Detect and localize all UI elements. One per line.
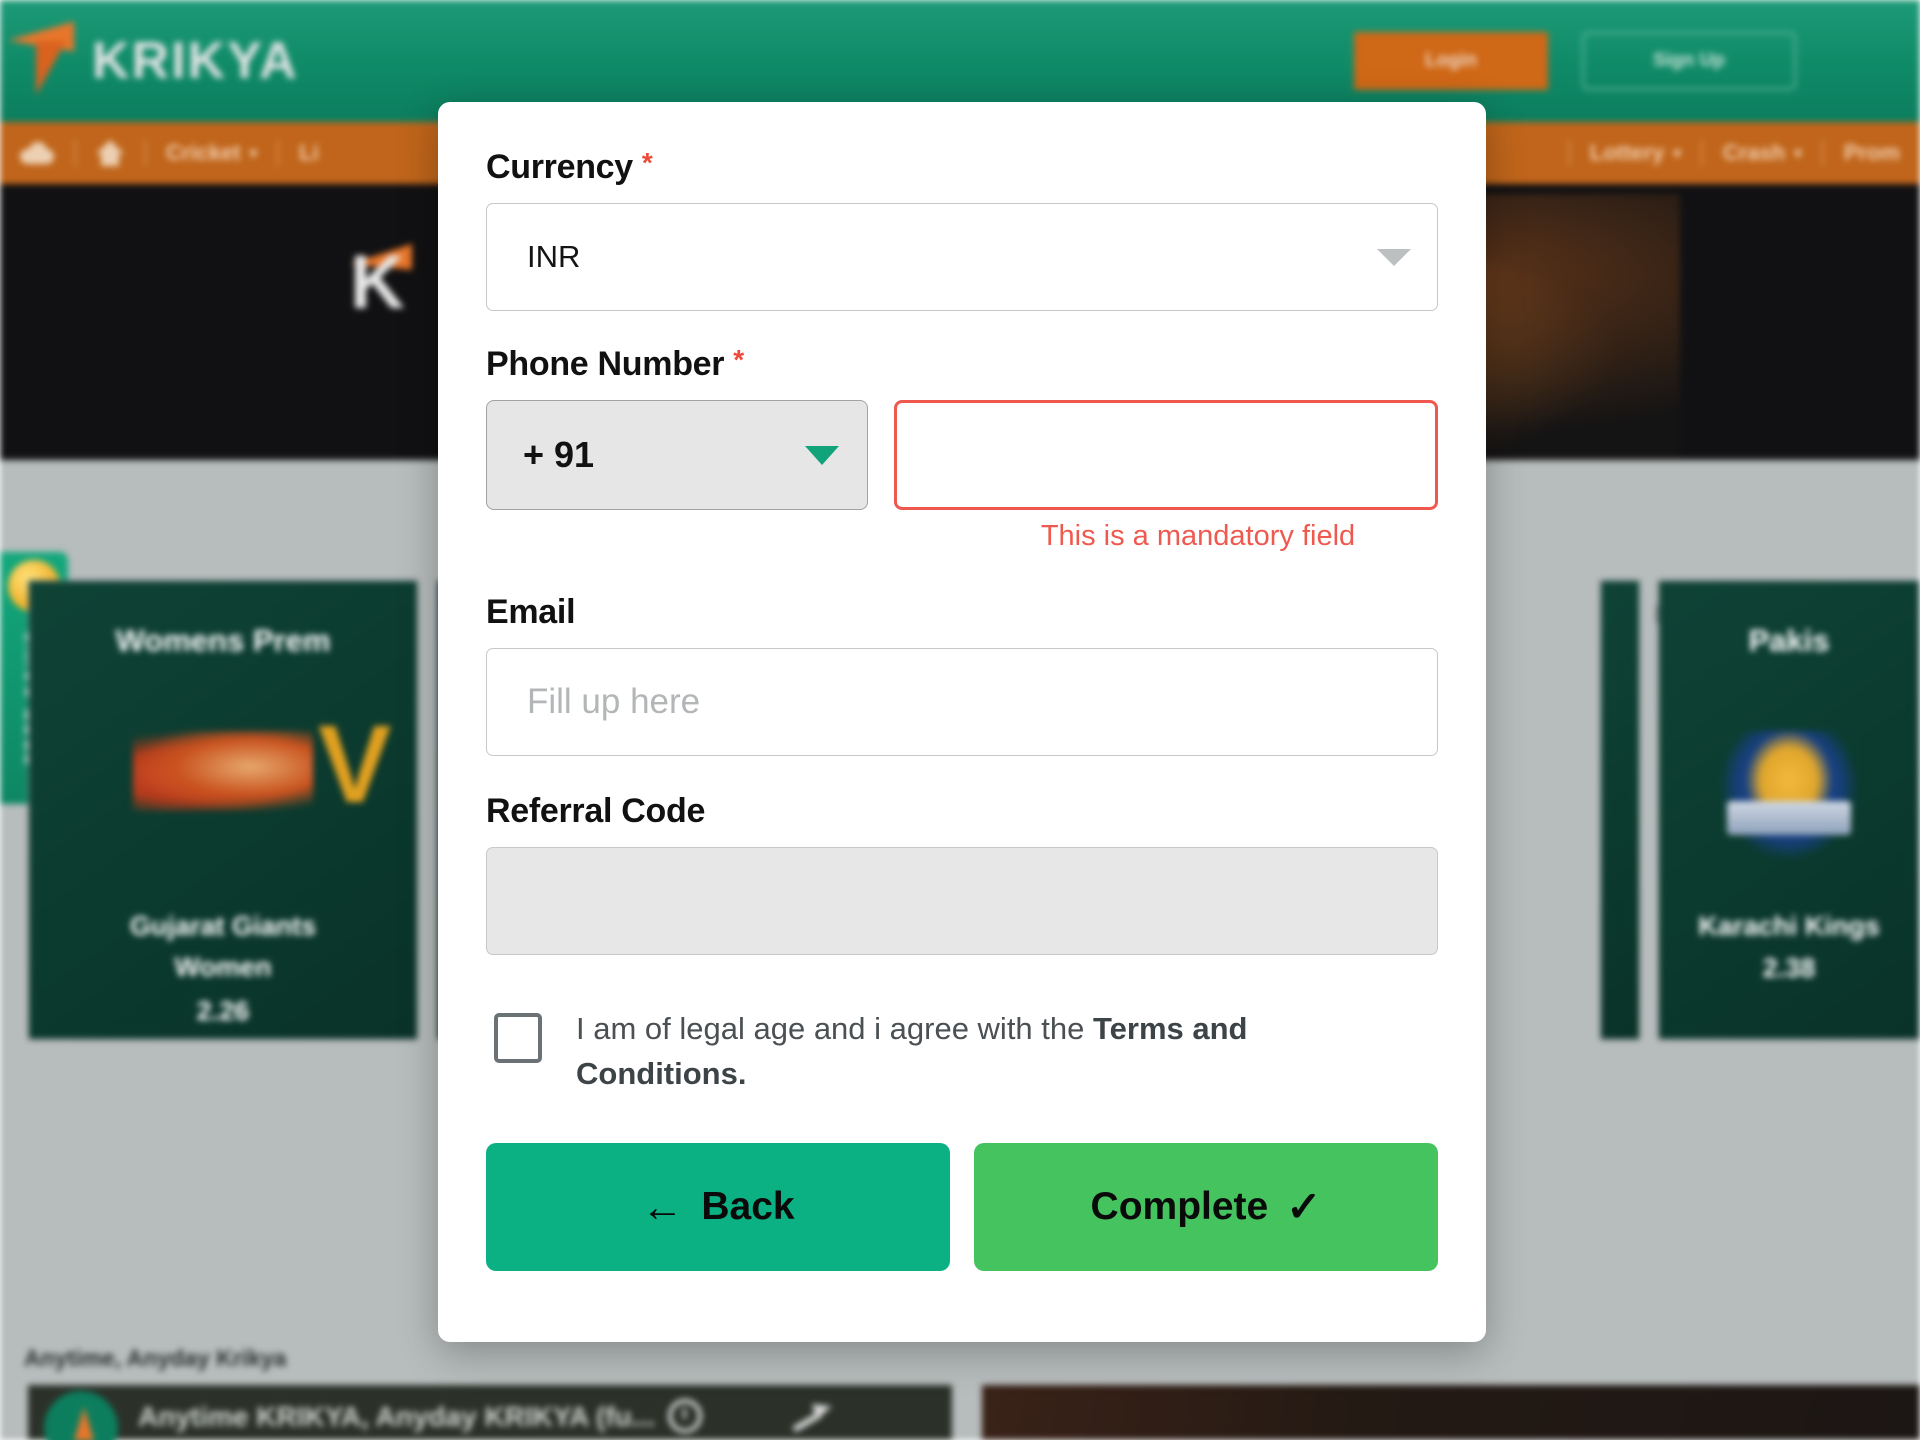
currency-field-group: Currency * INR xyxy=(486,147,1438,311)
share-icon[interactable] xyxy=(792,1399,832,1433)
referral-label: Referral Code xyxy=(486,792,1438,831)
currency-label-text: Currency xyxy=(486,148,633,186)
complete-button-label: Complete xyxy=(1090,1184,1269,1228)
arrow-left-icon: ← xyxy=(641,1182,684,1230)
chevron-down-icon xyxy=(805,445,839,465)
header-actions: Login Sign Up xyxy=(1354,32,1796,90)
phone-input-row: + 91 xyxy=(486,400,1438,510)
nav-label: Crash xyxy=(1722,140,1786,165)
chevron-down-icon xyxy=(1377,248,1411,266)
email-input[interactable]: Fill up here xyxy=(486,648,1438,756)
currency-value: INR xyxy=(527,239,581,274)
video-actions xyxy=(668,1399,832,1433)
country-code-select[interactable]: + 91 xyxy=(486,400,868,510)
video-card[interactable] xyxy=(982,1385,1920,1440)
login-button[interactable]: Login xyxy=(1354,32,1548,90)
video-title: Anytime KRIKYA, Anyday KRIKYA (fu... xyxy=(138,1401,656,1432)
nav-label: Prom xyxy=(1843,140,1900,165)
chevron-down-icon: ▾ xyxy=(1673,145,1681,162)
hero-brand-letter: K xyxy=(350,240,407,325)
email-placeholder: Fill up here xyxy=(527,682,701,721)
clock-icon[interactable] xyxy=(668,1399,702,1433)
email-field-group: Email Fill up here xyxy=(486,593,1438,756)
nav-item-lottery[interactable]: Lottery ▾ xyxy=(1570,140,1701,166)
terms-agreement-row[interactable]: I am of legal age and i agree with the T… xyxy=(486,1007,1438,1097)
nav-item-live[interactable]: Li xyxy=(279,140,339,166)
email-label: Email xyxy=(486,593,1438,632)
match-title: Womens Prem xyxy=(115,623,331,658)
video-card[interactable]: Anytime KRIKYA, Anyday KRIKYA (fu... xyxy=(28,1385,952,1440)
krikya-avatar-icon xyxy=(44,1391,118,1440)
chevron-down-icon: ▾ xyxy=(249,145,258,162)
modal-actions: ← Back Complete ✓ xyxy=(486,1142,1438,1271)
registration-modal: Currency * INR Phone Number * + 91 This xyxy=(438,102,1486,1342)
app-root: KRIKYA Login Sign Up Cricket ▾ Li Lotter… xyxy=(0,0,1920,1440)
team-odds: 2.26 xyxy=(196,996,250,1026)
footer-section-label: Anytime, Anyday Krikya xyxy=(24,1345,287,1371)
referral-input[interactable] xyxy=(486,847,1438,955)
terms-text: I am of legal age and i agree with the T… xyxy=(576,1007,1266,1097)
vs-label: V xyxy=(318,703,392,826)
complete-button[interactable]: Complete ✓ xyxy=(974,1142,1438,1271)
email-label-text: Email xyxy=(486,593,576,631)
logo-bolt-icon xyxy=(8,25,78,97)
brand-name: KRIKYA xyxy=(92,32,299,90)
match-title: Pakis xyxy=(1748,623,1830,658)
nav-label: Cricket xyxy=(166,140,241,165)
nav-item-cloud[interactable] xyxy=(0,142,74,164)
nav-label: Lottery xyxy=(1589,140,1665,165)
phone-field-group: Phone Number * + 91 This is a mandatory … xyxy=(486,344,1438,553)
cloud-icon xyxy=(20,142,54,164)
home-icon xyxy=(96,140,124,166)
nav-label: Li xyxy=(299,140,319,165)
team-logo-icon xyxy=(133,731,313,811)
phone-error-message: This is a mandatory field xyxy=(1040,520,1356,552)
team-name: Gujarat Giants Women xyxy=(129,911,317,982)
phone-number-input[interactable] xyxy=(894,400,1438,510)
nav-item-cricket[interactable]: Cricket ▾ xyxy=(146,140,277,166)
check-icon: ✓ xyxy=(1286,1182,1322,1230)
chevron-down-icon: ▾ xyxy=(1794,145,1802,162)
terms-checkbox[interactable] xyxy=(494,1013,542,1063)
terms-text-prefix: I am of legal age and i agree with the xyxy=(576,1011,1093,1046)
referral-label-text: Referral Code xyxy=(486,792,706,830)
currency-select[interactable]: INR xyxy=(486,203,1438,311)
brand-logo[interactable]: KRIKYA xyxy=(8,25,299,97)
referral-field-group: Referral Code xyxy=(486,792,1438,955)
team-logo-icon xyxy=(1719,731,1859,861)
team-odds: 2.38 xyxy=(1762,953,1816,983)
required-asterisk-icon: * xyxy=(641,147,653,178)
nav-item-crash[interactable]: Crash ▾ xyxy=(1703,140,1822,166)
match-card-edge xyxy=(1600,580,1640,1040)
back-button-label: Back xyxy=(701,1184,795,1228)
required-asterisk-icon: * xyxy=(733,344,744,375)
phone-label: Phone Number * xyxy=(486,344,1438,384)
signup-button[interactable]: Sign Up xyxy=(1582,32,1796,90)
currency-label: Currency * xyxy=(486,147,1438,187)
country-code-value: + 91 xyxy=(523,434,595,475)
nav-item-promotions[interactable]: Prom xyxy=(1824,140,1920,166)
team-name: Karachi Kings xyxy=(1698,911,1880,941)
back-button[interactable]: ← Back xyxy=(486,1142,950,1271)
phone-label-text: Phone Number xyxy=(486,345,725,383)
nav-item-home[interactable] xyxy=(76,140,144,166)
match-card[interactable]: Pakis Karachi Kings 2.38 xyxy=(1658,580,1920,1040)
